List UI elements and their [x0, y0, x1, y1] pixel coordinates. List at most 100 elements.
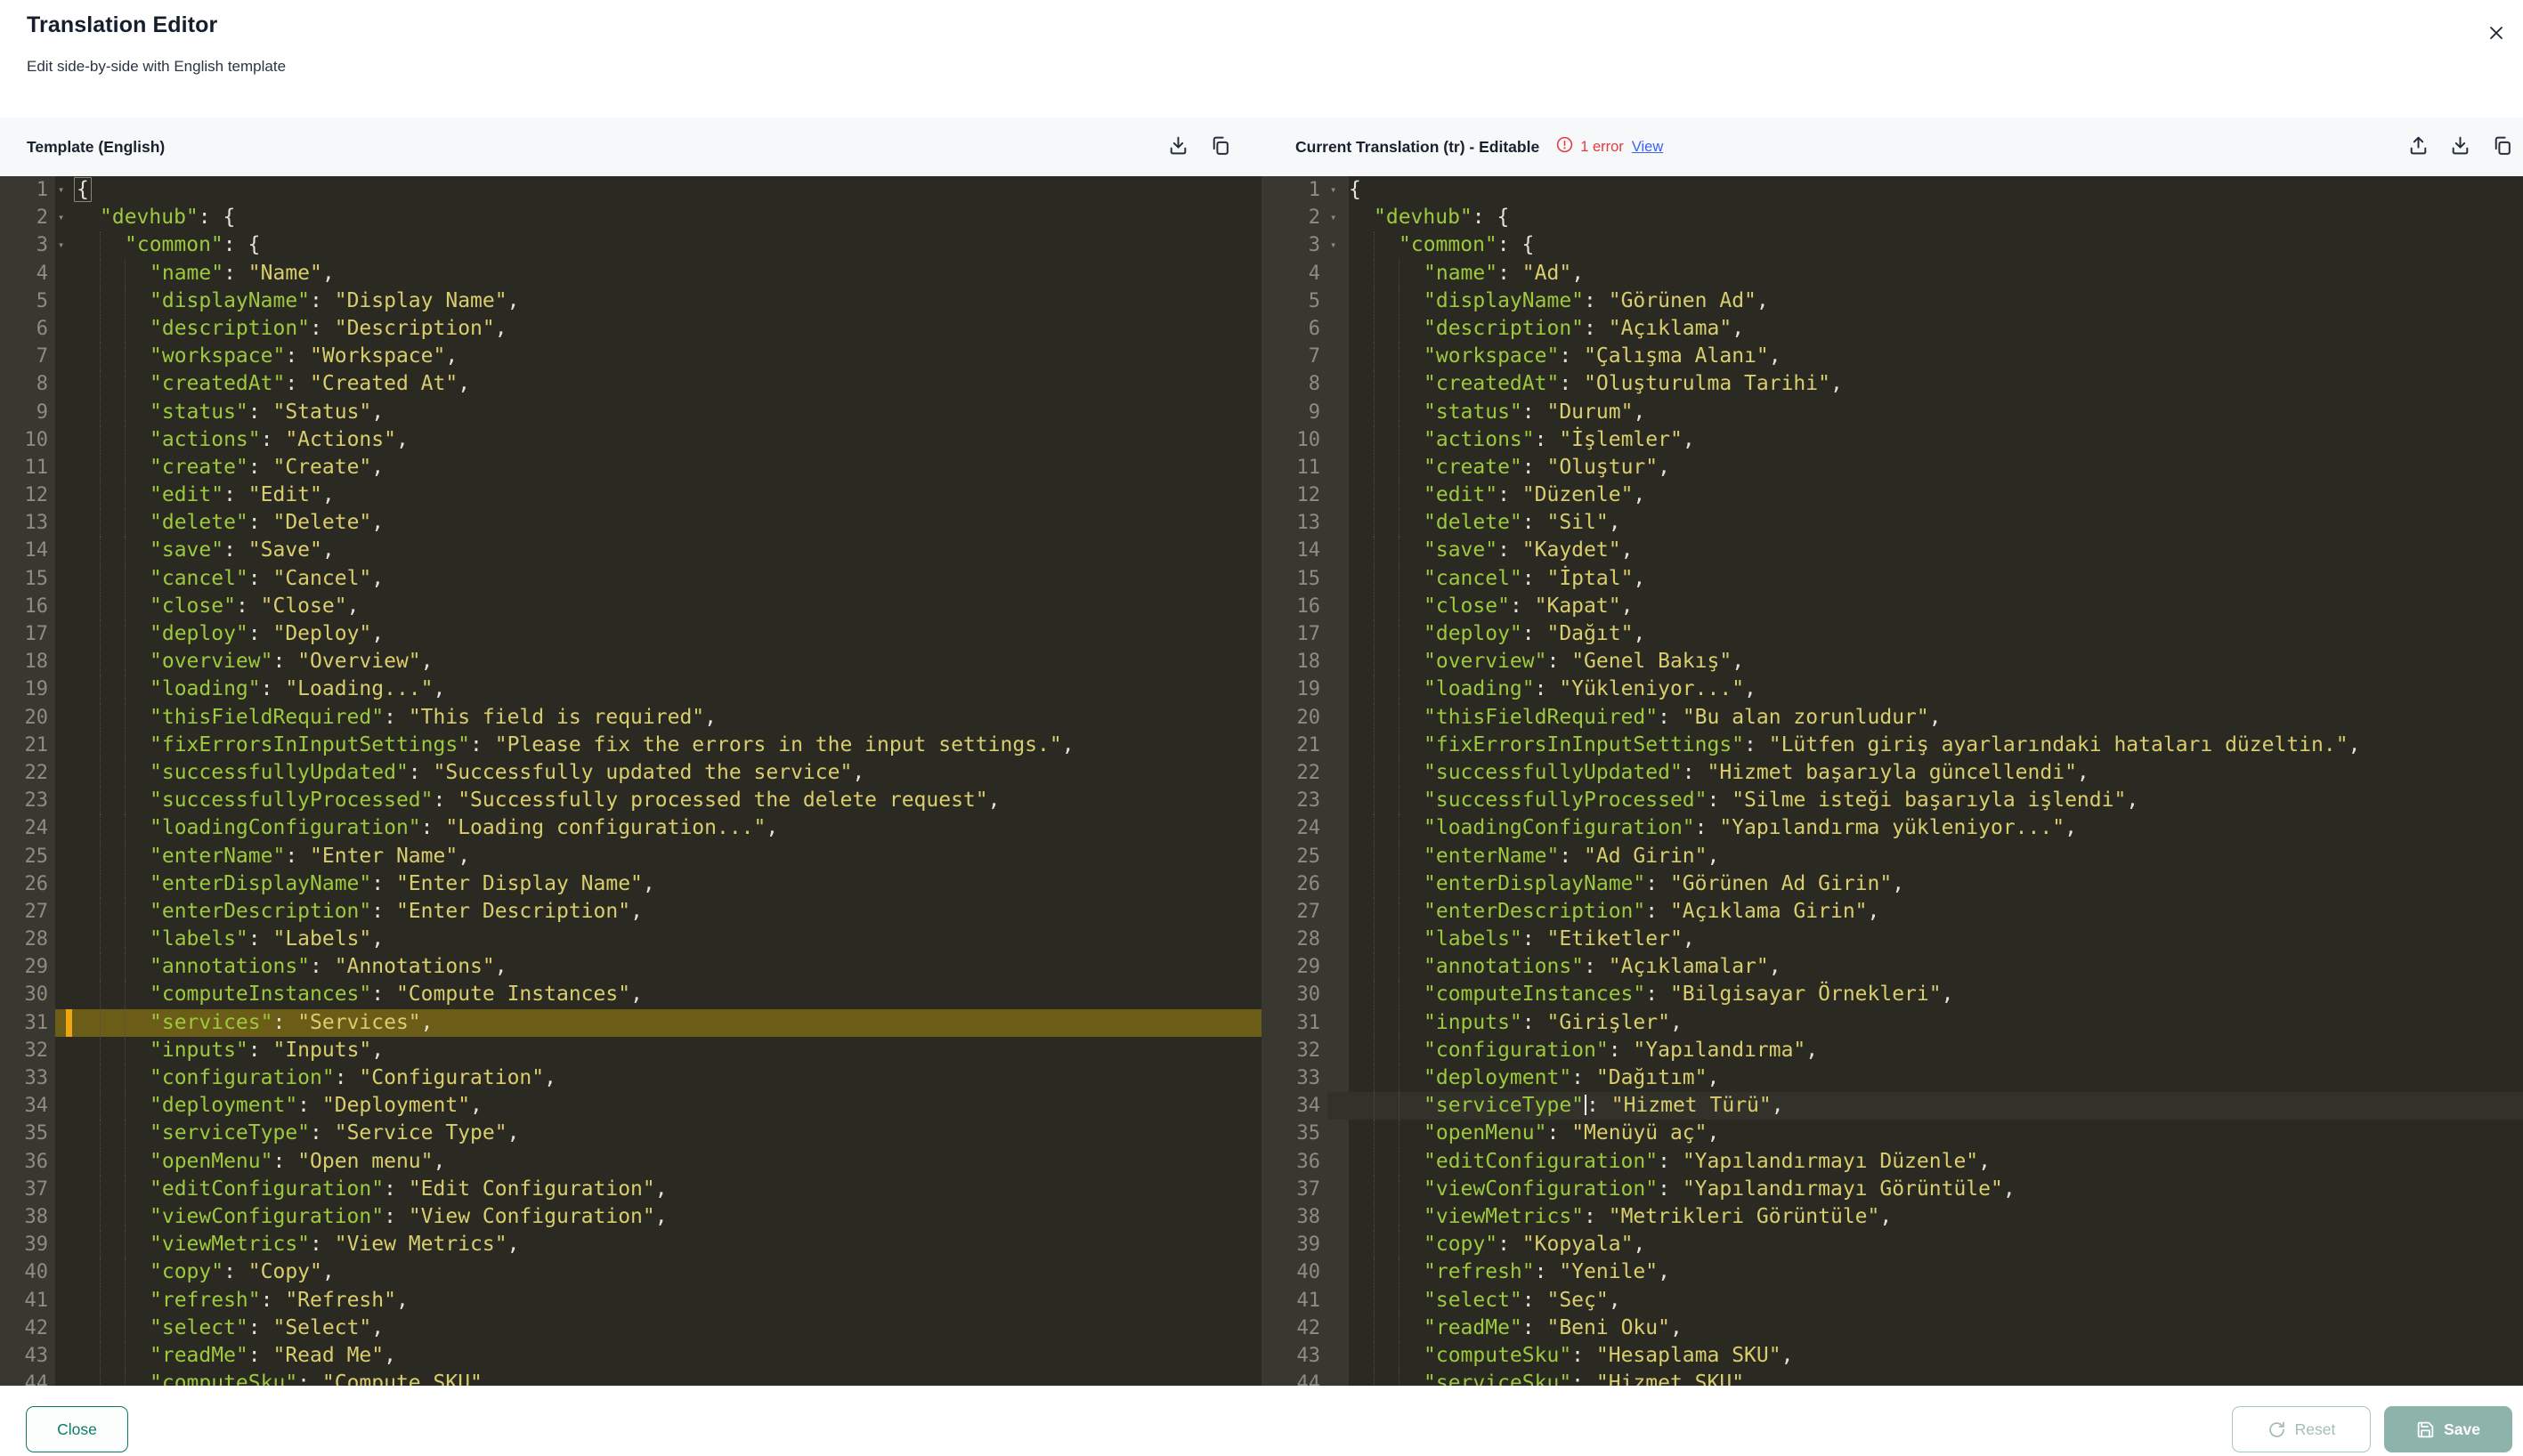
fold-toggle-icon[interactable]: ▾ — [55, 231, 75, 259]
code-line[interactable]: 24"loadingConfiguration": "Loading confi… — [0, 814, 1262, 842]
code-line[interactable]: 9"status": "Status", — [0, 399, 1262, 426]
translation-download-button[interactable] — [2449, 134, 2471, 159]
code-line[interactable]: 44"serviceSku": "Hizmet SKU" — [1262, 1370, 2523, 1386]
code-line[interactable]: 41"select": "Seç", — [1262, 1287, 2523, 1314]
code-line[interactable]: 11"create": "Oluştur", — [1262, 454, 2523, 481]
code-line[interactable]: 17"deploy": "Deploy", — [0, 620, 1262, 648]
code-line[interactable]: 36"editConfiguration": "Yapılandırmayı D… — [1262, 1148, 2523, 1176]
code-line[interactable]: 13"delete": "Delete", — [0, 509, 1262, 537]
code-line[interactable]: 10"actions": "İşlemler", — [1262, 426, 2523, 454]
code-line[interactable]: 32"configuration": "Yapılandırma", — [1262, 1037, 2523, 1064]
code-line[interactable]: 3▾"common": { — [0, 231, 1262, 259]
close-dialog-button[interactable] — [2482, 20, 2511, 48]
code-line[interactable]: 29"annotations": "Açıklamalar", — [1262, 953, 2523, 981]
translation-copy-button[interactable] — [2491, 134, 2513, 159]
code-line[interactable]: 33"configuration": "Configuration", — [0, 1064, 1262, 1092]
code-line[interactable]: 19"loading": "Yükleniyor...", — [1262, 675, 2523, 703]
code-line[interactable]: 23"successfullyProcessed": "Silme isteği… — [1262, 787, 2523, 814]
code-line[interactable]: 12"edit": "Edit", — [0, 481, 1262, 509]
code-line[interactable]: 39"copy": "Kopyala", — [1262, 1231, 2523, 1258]
code-line[interactable]: 24"loadingConfiguration": "Yapılandırma … — [1262, 814, 2523, 842]
code-line[interactable]: 35"serviceType": "Service Type", — [0, 1120, 1262, 1147]
code-line[interactable]: 22"successfullyUpdated": "Successfully u… — [0, 759, 1262, 787]
translation-upload-button[interactable] — [2407, 134, 2430, 159]
code-line[interactable]: 18"overview": "Genel Bakış", — [1262, 648, 2523, 675]
code-line[interactable]: 34"deployment": "Deployment", — [0, 1092, 1262, 1120]
code-line[interactable]: 32"inputs": "Inputs", — [0, 1037, 1262, 1064]
code-line[interactable]: 5"displayName": "Görünen Ad", — [1262, 287, 2523, 315]
code-line[interactable]: 2▾"devhub": { — [1262, 204, 2523, 231]
save-button[interactable]: Save — [2384, 1406, 2512, 1452]
translation-code-editor[interactable]: 1▾{2▾"devhub": {3▾"common": {4"name": "A… — [1262, 176, 2523, 1386]
code-line[interactable]: 2▾"devhub": { — [0, 204, 1262, 231]
code-line[interactable]: 30"computeInstances": "Bilgisayar Örnekl… — [1262, 981, 2523, 1008]
code-line[interactable]: 11"create": "Create", — [0, 454, 1262, 481]
code-line[interactable]: 22"successfullyUpdated": "Hizmet başarıy… — [1262, 759, 2523, 787]
code-line[interactable]: 30"computeInstances": "Compute Instances… — [0, 981, 1262, 1008]
code-line[interactable]: 38"viewConfiguration": "View Configurati… — [0, 1203, 1262, 1231]
code-line[interactable]: 14"save": "Save", — [0, 537, 1262, 564]
code-line[interactable]: 42"readMe": "Beni Oku", — [1262, 1314, 2523, 1342]
code-line[interactable]: 15"cancel": "İptal", — [1262, 565, 2523, 593]
code-line[interactable]: 15"cancel": "Cancel", — [0, 565, 1262, 593]
code-line[interactable]: 19"loading": "Loading...", — [0, 675, 1262, 703]
code-line[interactable]: 38"viewMetrics": "Metrikleri Görüntüle", — [1262, 1203, 2523, 1231]
template-code-editor[interactable]: 1▾{2▾"devhub": {3▾"common": {4"name": "N… — [0, 176, 1262, 1386]
code-line[interactable]: 16"close": "Close", — [0, 593, 1262, 620]
reset-button[interactable]: Reset — [2232, 1406, 2371, 1452]
code-line[interactable]: 10"actions": "Actions", — [0, 426, 1262, 454]
code-line[interactable]: 40"copy": "Copy", — [0, 1258, 1262, 1286]
code-line[interactable]: 26"enterDisplayName": "Görünen Ad Girin"… — [1262, 870, 2523, 898]
template-download-button[interactable] — [1167, 134, 1189, 159]
code-line[interactable]: 42"select": "Select", — [0, 1314, 1262, 1342]
code-line[interactable]: 16"close": "Kapat", — [1262, 593, 2523, 620]
fold-toggle-icon[interactable]: ▾ — [1327, 176, 1349, 204]
code-line[interactable]: 7"workspace": "Çalışma Alanı", — [1262, 343, 2523, 370]
code-line[interactable]: 6"description": "Description", — [0, 315, 1262, 343]
code-line[interactable]: 28"labels": "Etiketler", — [1262, 926, 2523, 953]
code-line[interactable]: 3▾"common": { — [1262, 231, 2523, 259]
code-line[interactable]: 31"inputs": "Girişler", — [1262, 1009, 2523, 1037]
template-copy-button[interactable] — [1209, 134, 1231, 159]
code-line[interactable]: 43"computeSku": "Hesaplama SKU", — [1262, 1342, 2523, 1370]
code-line[interactable]: 9"status": "Durum", — [1262, 399, 2523, 426]
code-line[interactable]: 4"name": "Name", — [0, 260, 1262, 287]
fold-toggle-icon[interactable]: ▾ — [55, 176, 75, 204]
code-line[interactable]: 29"annotations": "Annotations", — [0, 953, 1262, 981]
code-line[interactable]: 36"openMenu": "Open menu", — [0, 1148, 1262, 1176]
code-line[interactable]: 40"refresh": "Yenile", — [1262, 1258, 2523, 1286]
code-line[interactable]: 43"readMe": "Read Me", — [0, 1342, 1262, 1370]
code-line[interactable]: 1▾{ — [0, 176, 1262, 204]
view-errors-link[interactable]: View — [1632, 139, 1663, 156]
code-line[interactable]: 17"deploy": "Dağıt", — [1262, 620, 2523, 648]
code-line[interactable]: 25"enterName": "Enter Name", — [0, 843, 1262, 870]
fold-toggle-icon[interactable]: ▾ — [55, 204, 75, 231]
code-line[interactable]: 39"viewMetrics": "View Metrics", — [0, 1231, 1262, 1258]
code-line[interactable]: 27"enterDescription": "Enter Description… — [0, 898, 1262, 926]
code-line[interactable]: 25"enterName": "Ad Girin", — [1262, 843, 2523, 870]
code-line[interactable]: 31"services": "Services", — [0, 1009, 1262, 1037]
fold-toggle-icon[interactable]: ▾ — [1327, 231, 1349, 259]
code-line[interactable]: 14"save": "Kaydet", — [1262, 537, 2523, 564]
code-line[interactable]: 7"workspace": "Workspace", — [0, 343, 1262, 370]
code-line[interactable]: 28"labels": "Labels", — [0, 926, 1262, 953]
code-line[interactable]: 20"thisFieldRequired": "Bu alan zorunlud… — [1262, 704, 2523, 732]
code-line[interactable]: 1▾{ — [1262, 176, 2523, 204]
code-line[interactable]: 6"description": "Açıklama", — [1262, 315, 2523, 343]
code-line[interactable]: 44"computeSku": "Compute SKU" — [0, 1370, 1262, 1386]
code-line[interactable]: 37"viewConfiguration": "Yapılandırmayı G… — [1262, 1176, 2523, 1203]
code-line[interactable]: 34"serviceType": "Hizmet Türü", — [1262, 1092, 2523, 1120]
code-line[interactable]: 21"fixErrorsInInputSettings": "Please fi… — [0, 732, 1262, 759]
code-line[interactable]: 26"enterDisplayName": "Enter Display Nam… — [0, 870, 1262, 898]
code-line[interactable]: 20"thisFieldRequired": "This field is re… — [0, 704, 1262, 732]
fold-toggle-icon[interactable]: ▾ — [1327, 204, 1349, 231]
code-line[interactable]: 21"fixErrorsInInputSettings": "Lütfen gi… — [1262, 732, 2523, 759]
close-button[interactable]: Close — [26, 1406, 128, 1452]
code-line[interactable]: 12"edit": "Düzenle", — [1262, 481, 2523, 509]
code-line[interactable]: 37"editConfiguration": "Edit Configurati… — [0, 1176, 1262, 1203]
code-line[interactable]: 8"createdAt": "Created At", — [0, 370, 1262, 398]
code-line[interactable]: 5"displayName": "Display Name", — [0, 287, 1262, 315]
code-line[interactable]: 23"successfullyProcessed": "Successfully… — [0, 787, 1262, 814]
code-line[interactable]: 8"createdAt": "Oluşturulma Tarihi", — [1262, 370, 2523, 398]
code-line[interactable]: 4"name": "Ad", — [1262, 260, 2523, 287]
